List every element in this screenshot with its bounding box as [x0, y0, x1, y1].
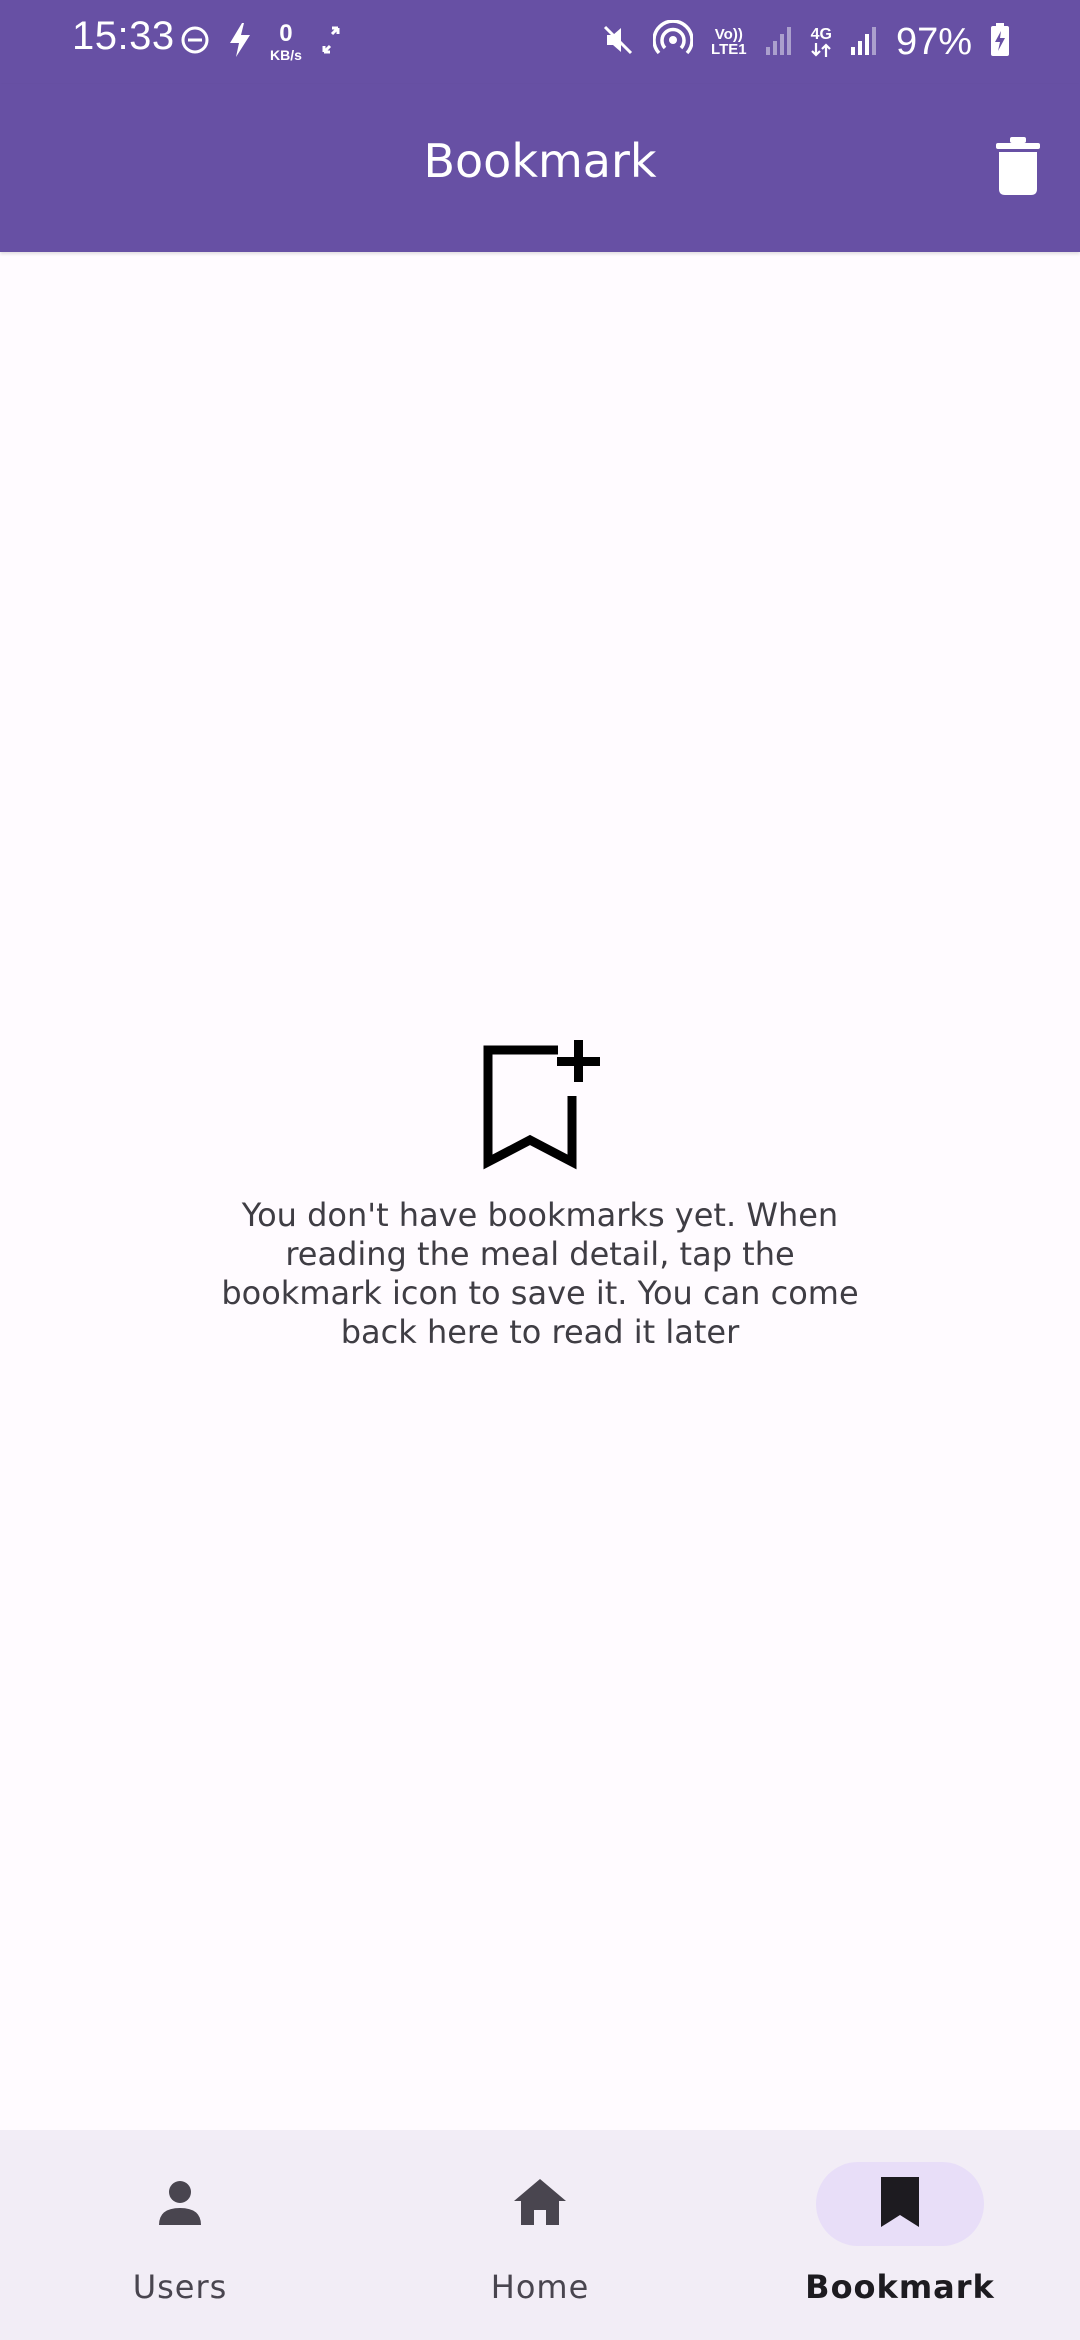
person-icon [157, 2179, 203, 2229]
dnd-icon [180, 25, 210, 59]
nav-item-bookmark[interactable]: Bookmark [720, 2130, 1080, 2340]
page-title: Bookmark [423, 134, 657, 188]
status-left-icons: 0 KB/s [180, 20, 342, 64]
signal-icon [765, 25, 793, 59]
empty-state: You don't have bookmarks yet. When readi… [0, 1040, 1080, 1352]
status-time: 15:33 [72, 14, 175, 58]
4g-icon: 4G [811, 27, 832, 57]
data-speed-icon: 0 KB/s [270, 20, 302, 63]
delete-all-button[interactable] [978, 128, 1058, 208]
hotspot-icon [652, 19, 694, 64]
battery-percent: 97% [895, 20, 972, 63]
nav-item-home[interactable]: Home [360, 2130, 720, 2340]
data-speed-unit: KB/s [270, 47, 302, 63]
battery-charging-icon [990, 23, 1010, 61]
volte-top: Vo)) [714, 26, 743, 43]
nav-indicator-active [816, 2162, 984, 2246]
signal-icon [850, 25, 878, 59]
bottom-navigation: Users Home Bookmark [0, 2130, 1080, 2340]
nav-indicator [456, 2162, 624, 2246]
status-bar: 15:33 0 KB/s Vo)) LTE1 4G 97% [0, 0, 1080, 84]
nav-label-home: Home [490, 2268, 590, 2306]
mute-icon [601, 23, 635, 61]
volte-icon: Vo)) LTE1 [711, 27, 747, 57]
network-type: 4G [810, 26, 832, 43]
bookmark-icon [881, 2177, 919, 2231]
top-app-bar: Bookmark [0, 84, 1080, 252]
nav-item-users[interactable]: Users [0, 2130, 360, 2340]
sync-icon [320, 26, 342, 58]
nav-indicator [96, 2162, 264, 2246]
volte-bottom: LTE1 [711, 41, 747, 58]
bookmark-add-icon [478, 1040, 602, 1178]
nav-label-bookmark: Bookmark [805, 2268, 995, 2306]
home-icon [514, 2179, 566, 2229]
data-speed-value: 0 [279, 20, 293, 47]
trash-icon [996, 137, 1040, 199]
status-right-icons: Vo)) LTE1 4G 97% [601, 16, 1010, 68]
empty-state-message: You don't have bookmarks yet. When readi… [221, 1196, 859, 1351]
flash-icon [228, 23, 252, 61]
nav-label-users: Users [132, 2268, 228, 2306]
